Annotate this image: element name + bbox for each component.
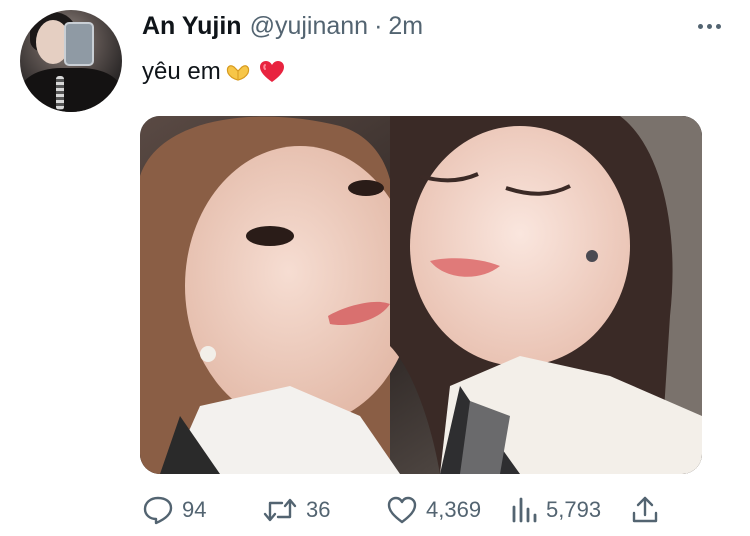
retweet-icon	[262, 495, 298, 525]
red-heart-emoji	[259, 60, 285, 84]
retweet-count: 36	[306, 497, 331, 522]
like-button[interactable]: 4,369	[386, 490, 481, 530]
reply-count: 94	[182, 497, 207, 522]
share-icon	[630, 495, 660, 525]
avatar[interactable]	[20, 10, 122, 112]
views-button[interactable]: 5,793	[510, 490, 601, 530]
retweet-button[interactable]: 36	[262, 490, 330, 530]
avatar-phone	[64, 22, 94, 66]
tweet-actions: 94 36 4,369 5,793	[0, 490, 750, 530]
author-name[interactable]: An Yujin	[142, 12, 242, 41]
tweet-text: yêu em	[142, 58, 285, 86]
tweet-text-content: yêu em	[142, 58, 221, 85]
like-count: 4,369	[426, 497, 482, 522]
tweet-time[interactable]: 2m	[388, 12, 423, 41]
heart-hands-emoji	[225, 61, 251, 83]
avatar-body	[20, 68, 122, 112]
bar-chart-icon	[510, 495, 538, 525]
view-count: 5,793	[546, 497, 602, 522]
tweet-photo[interactable]	[140, 116, 702, 474]
heart-icon	[386, 495, 418, 525]
separator-dot: ·	[374, 12, 383, 40]
author-handle[interactable]: @yujinann	[250, 12, 369, 41]
reply-icon	[142, 495, 174, 525]
share-button[interactable]	[630, 490, 660, 530]
tweet-header: An Yujin @yujinann · 2m	[142, 12, 423, 42]
avatar-necklace	[56, 76, 64, 110]
reply-button[interactable]: 94	[142, 490, 206, 530]
more-options-icon[interactable]	[693, 14, 725, 38]
